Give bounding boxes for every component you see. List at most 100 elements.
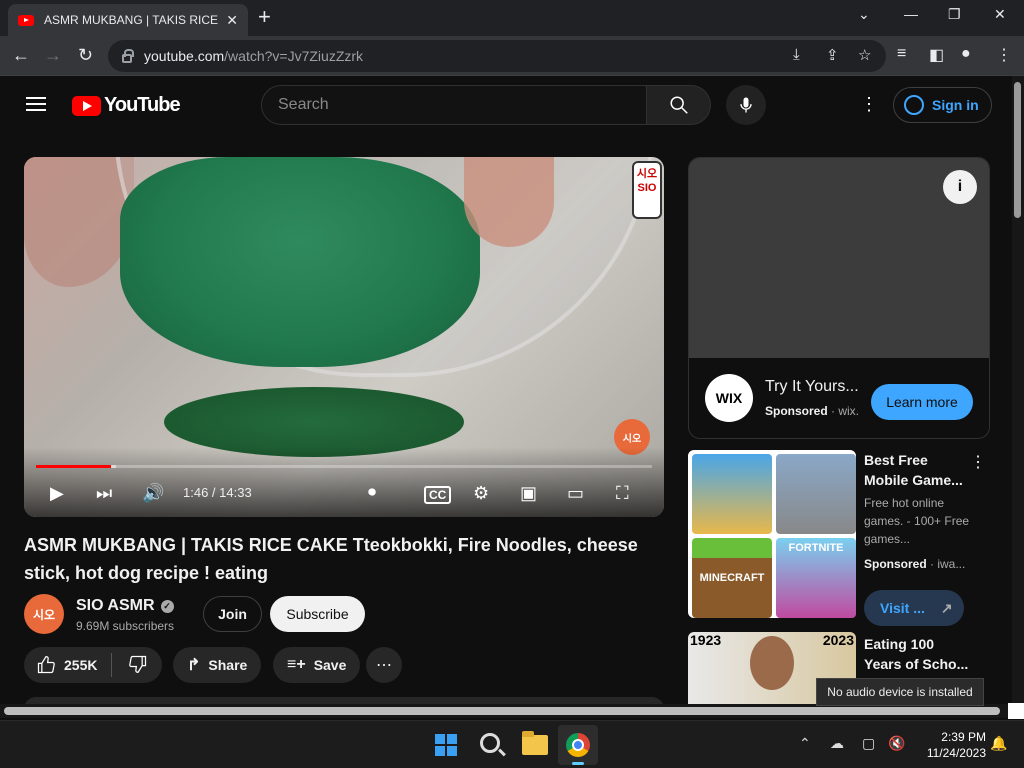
browser-tab[interactable]: ASMR MUKBANG | TAKIS RICE CA ✕ [8,4,248,36]
notification-bell-icon[interactable]: 🔔 [990,735,1007,752]
install-app-icon[interactable]: ⤓ [793,46,800,63]
search-button[interactable] [647,85,711,125]
search-input[interactable]: Search [261,85,647,125]
vertical-scroll-thumb[interactable] [1014,82,1021,218]
horizontal-scrollbar[interactable] [0,704,1012,718]
ad-title: Try It Yours... [765,378,859,395]
youtube-logo-text: YouTube [104,94,181,116]
channel-avatar[interactable]: 시오 [24,594,64,634]
onedrive-icon[interactable]: ☁ [830,735,844,752]
like-dislike-group: 255K [24,647,162,683]
taskbar-search-icon[interactable] [480,733,500,753]
settings-gear-icon[interactable]: ⚙ [473,483,489,503]
url-domain: youtube.com [144,48,225,64]
chrome-menu-icon[interactable]: ⋮ [996,45,1012,65]
ad-thumbnail-grid: MINECRAFT FORTNITE [688,450,856,618]
buffered-bar [110,465,117,468]
video-green-food [120,157,480,367]
chrome-taskbar-icon[interactable] [558,725,598,765]
vertical-scrollbar[interactable] [1012,76,1024,716]
progress-bar[interactable] [36,465,652,468]
network-icon[interactable]: ▢ [862,735,875,752]
tab-search-icon[interactable]: ⌄ [858,6,870,23]
visit-site-button[interactable]: Visit ... ↗ [864,590,964,626]
new-tab-button[interactable]: + [258,6,271,28]
youtube-play-icon [72,95,101,116]
close-tab-icon[interactable]: ✕ [226,12,238,29]
reload-button[interactable]: ↻ [78,44,93,66]
show-hidden-icons-chevron-icon[interactable]: ⌃ [799,735,811,752]
share-label: Share [208,657,248,673]
forward-button[interactable]: → [44,44,62,66]
add-to-playlist-icon: ≡+ [287,656,306,673]
more-actions-button[interactable]: ⋯ [366,647,402,683]
sign-in-button[interactable]: Sign in [893,87,992,123]
more-actions-icon[interactable]: ⋮ [970,452,986,472]
ad-meta: Sponsored · wix. [765,404,860,418]
theater-mode-icon[interactable]: ▭ [567,483,584,503]
subscribe-button[interactable]: Subscribe [270,596,365,632]
menu-icon[interactable] [26,97,46,111]
horizontal-scroll-thumb[interactable] [4,707,1000,715]
channel-name-row: SIO ASMR ✓ [76,597,174,615]
search-icon [669,96,688,114]
miniplayer-icon[interactable]: ▣ [520,483,537,503]
info-icon[interactable]: i [943,170,977,204]
bookmark-star-icon[interactable]: ☆ [858,46,871,64]
verified-icon: ✓ [160,600,174,613]
restore-button[interactable]: ❐ [948,6,961,23]
sign-in-label: Sign in [932,97,979,113]
voice-search-button[interactable] [726,85,766,125]
video-player[interactable]: 시오 SIO 시오 ▶ ⏭ 🔊 1:46 / 14:33 ⏺ CC ⚙ ▣ ▭ … [24,157,664,517]
game-thumbnail-fortnite: FORTNITE [776,538,856,618]
tab-title: ASMR MUKBANG | TAKIS RICE CA [44,13,221,27]
video-title: ASMR MUKBANG | TAKIS RICE CAKE Tteokbokk… [24,535,638,583]
game-thumbnail-moto [692,454,772,534]
dislike-button[interactable] [112,654,164,677]
subscriber-count: 9.69M subscribers [76,619,175,633]
close-window-button[interactable]: ✕ [994,6,1006,23]
media-controls-icon[interactable]: ≡ [897,45,906,63]
autoplay-toggle[interactable]: ⏺ [368,483,376,503]
ad-sponsored: Sponsored [765,404,828,418]
scrollbar-corner [1008,703,1024,719]
profile-icon[interactable]: ● [961,45,971,63]
thumbs-up-icon [37,656,55,674]
tooltip-toast: No audio device is installed [816,678,984,706]
lock-icon [122,48,134,63]
captions-icon[interactable]: CC [424,486,452,504]
minimize-button[interactable]: — [904,6,918,22]
back-button[interactable]: ← [12,44,30,66]
progress-played [36,465,111,468]
clock-time: 2:39 PM [941,730,986,744]
like-button[interactable]: 255K [24,653,113,677]
share-page-icon[interactable]: ⇪ [826,46,839,64]
windows-start-icon[interactable] [435,734,457,756]
next-video-icon[interactable]: ⏭ [96,483,112,503]
url-path: /watch?v=Jv7ZiuzZzrk [224,48,364,64]
save-button[interactable]: ≡+ Save [273,647,361,683]
sponsored-recommendation[interactable]: MINECRAFT FORTNITE Best Free Mobile Game… [688,450,990,626]
visit-label: Visit ... [880,600,925,616]
join-button[interactable]: Join [203,596,262,632]
rec-title: Eating 100 Years of Scho... [864,636,969,672]
address-bar[interactable]: youtube.com/watch?v=Jv7ZiuzZzrk [108,40,886,72]
fullscreen-icon[interactable]: ⛶ [616,483,629,503]
sidebar-ad[interactable]: i WIX Try It Yours... Sponsored · wix. L… [688,157,990,439]
system-clock[interactable]: 2:39 PM 11/24/2023 [914,729,986,761]
side-panel-icon[interactable]: ◧ [929,45,944,65]
file-explorer-icon[interactable] [522,731,548,755]
settings-menu-icon[interactable]: ⋮ [860,94,878,115]
share-button[interactable]: ↱ Share [173,647,262,683]
channel-name[interactable]: SIO ASMR [76,597,155,614]
like-count: 255K [64,657,98,673]
youtube-logo[interactable]: YouTube [72,94,181,117]
play-icon[interactable]: ▶ [50,483,64,503]
volume-icon[interactable]: 🔊 [142,483,164,503]
speaker-muted-icon[interactable]: 🔇 [888,735,905,752]
youtube-header: YouTube Search ⋮ Sign in [0,76,1012,134]
video-hand-right [464,157,554,247]
external-link-icon: ↗ [940,599,953,616]
learn-more-button[interactable]: Learn more [871,384,973,420]
browser-tab-strip: ASMR MUKBANG | TAKIS RICE CA ✕ + ⌄ — ❐ ✕ [0,0,1024,36]
